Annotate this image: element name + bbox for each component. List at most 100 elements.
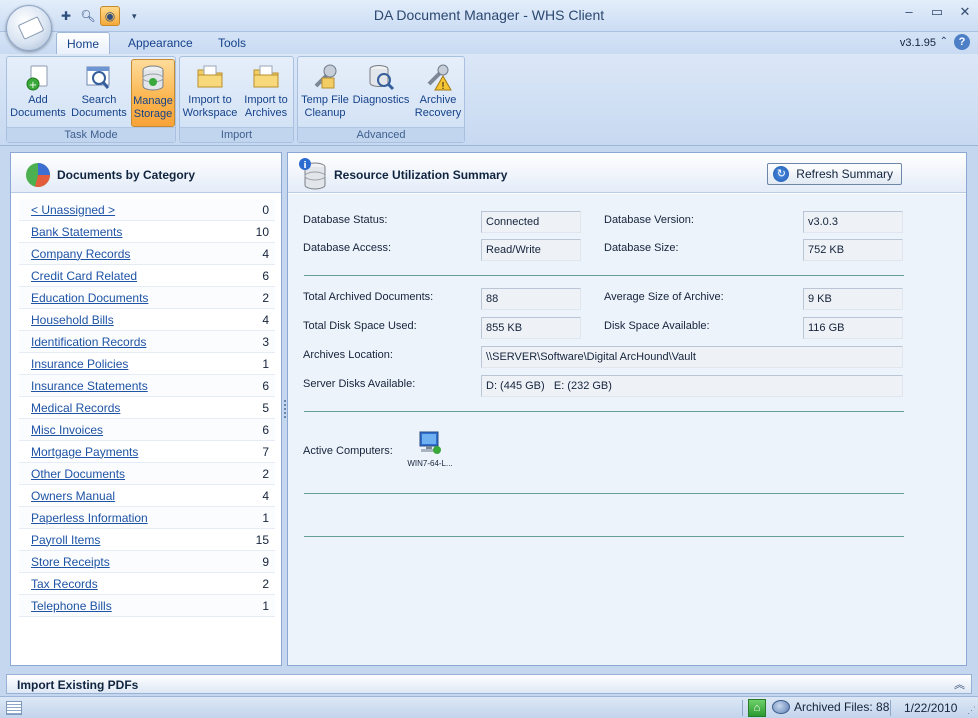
help-icon[interactable]: ? — [954, 34, 970, 50]
category-count: 7 — [262, 444, 269, 459]
archives-location-label: Archives Location: — [303, 349, 393, 361]
application-menu-button[interactable] — [6, 5, 52, 51]
summary-panel-header: i Resource Utilization Summary ↻ Refresh… — [288, 153, 966, 193]
category-link[interactable]: Medical Records — [31, 401, 120, 415]
status-bar: ⌂ Archived Files: 88 1/22/2010 ⋰ — [0, 696, 978, 718]
category-link[interactable]: Credit Card Related — [31, 269, 137, 283]
expand-chevron-icon[interactable]: ︽ — [954, 676, 965, 692]
import-to-workspace-button[interactable]: Import to Workspace — [182, 59, 238, 127]
category-row[interactable]: Mortgage Payments 7 — [19, 441, 275, 463]
category-row[interactable]: Paperless Information 1 — [19, 507, 275, 529]
category-link[interactable]: Company Records — [31, 247, 130, 261]
category-count: 10 — [255, 224, 269, 239]
maximize-icon[interactable]: ▭ — [930, 4, 944, 20]
category-row[interactable]: Household Bills 4 — [19, 309, 275, 331]
category-link[interactable]: Household Bills — [31, 313, 114, 327]
category-link[interactable]: Payroll Items — [31, 533, 100, 547]
home-icon[interactable]: ⌂ — [748, 699, 766, 717]
ribbon: + Add Documents Search Documents Manage … — [0, 54, 978, 146]
category-row[interactable]: Misc Invoices 6 — [19, 419, 275, 441]
search-documents-button[interactable]: Search Documents — [69, 59, 129, 127]
computer-name: WIN7-64-L... — [407, 459, 453, 468]
category-count: 2 — [262, 466, 269, 481]
import-existing-pdfs-bar[interactable]: Import Existing PDFs ︽ — [6, 674, 972, 694]
category-row[interactable]: Other Documents 2 — [19, 463, 275, 485]
category-row[interactable]: Payroll Items 15 — [19, 529, 275, 551]
active-computers-label: Active Computers: — [303, 445, 393, 457]
categories-panel-header: Documents by Category — [11, 153, 281, 193]
category-link[interactable]: Tax Records — [31, 577, 98, 591]
category-link[interactable]: Insurance Statements — [31, 379, 148, 393]
category-link[interactable]: Bank Statements — [31, 225, 122, 239]
category-link[interactable]: Misc Invoices — [31, 423, 103, 437]
import-to-archives-button[interactable]: Import to Archives — [240, 59, 292, 127]
category-count: 15 — [255, 532, 269, 547]
category-row[interactable]: Medical Records 5 — [19, 397, 275, 419]
window-title: DA Document Manager - WHS Client — [373, 7, 605, 23]
tab-tools[interactable]: Tools — [208, 32, 256, 54]
category-row[interactable]: Education Documents 2 — [19, 287, 275, 309]
close-icon[interactable]: ✕ — [958, 4, 972, 20]
db-version-value: v3.0.3 — [803, 211, 903, 233]
category-row[interactable]: Credit Card Related 6 — [19, 265, 275, 287]
category-count: 6 — [262, 268, 269, 283]
window-controls: – ▭ ✕ — [902, 4, 972, 20]
category-link[interactable]: Education Documents — [31, 291, 148, 305]
category-link[interactable]: Paperless Information — [31, 511, 148, 525]
minimize-icon[interactable]: – — [902, 4, 916, 20]
category-link[interactable]: Telephone Bills — [31, 599, 112, 613]
category-link[interactable]: Insurance Policies — [31, 357, 128, 371]
categories-panel: Documents by Category < Unassigned > 0 Ban… — [10, 152, 282, 666]
category-link[interactable]: Store Receipts — [31, 555, 110, 569]
category-link[interactable]: < Unassigned > — [31, 203, 115, 217]
tab-appearance[interactable]: Appearance — [118, 32, 203, 54]
category-count: 0 — [262, 202, 269, 217]
archive-recovery-button[interactable]: ! Archive Recovery — [412, 59, 464, 127]
category-row[interactable]: Identification Records 3 — [19, 331, 275, 353]
resize-grip-icon[interactable]: ⋰ — [967, 705, 976, 716]
disk-available-label: Disk Space Available: — [604, 320, 710, 332]
refresh-icon: ↻ — [773, 166, 790, 182]
category-row[interactable]: Store Receipts 9 — [19, 551, 275, 573]
db-size-label: Database Size: — [604, 242, 679, 254]
archives-location-value: \\SERVER\Software\Digital ArcHound\Vault — [481, 346, 903, 368]
category-count: 2 — [262, 290, 269, 305]
category-link[interactable]: Identification Records — [31, 335, 146, 349]
category-link[interactable]: Mortgage Payments — [31, 445, 138, 459]
add-documents-button[interactable]: + Add Documents — [9, 59, 67, 127]
db-size-value: 752 KB — [803, 239, 903, 261]
refresh-summary-button[interactable]: ↻ Refresh Summary — [767, 163, 902, 185]
status-menu-icon[interactable] — [6, 701, 22, 715]
category-row[interactable]: Telephone Bills 1 — [19, 595, 275, 617]
category-row[interactable]: Owners Manual 4 — [19, 485, 275, 507]
category-row[interactable]: Insurance Statements 6 — [19, 375, 275, 397]
tab-home[interactable]: Home — [56, 32, 111, 54]
category-link[interactable]: Other Documents — [31, 467, 125, 481]
category-row[interactable]: < Unassigned > 0 — [19, 199, 275, 221]
search-documents-icon — [84, 62, 114, 92]
database-icon — [138, 63, 168, 93]
separator — [304, 493, 904, 494]
category-count: 2 — [262, 576, 269, 591]
temp-file-cleanup-button[interactable]: Temp File Cleanup — [300, 59, 350, 127]
server-disks-label: Server Disks Available: — [303, 378, 416, 390]
ribbon-tabs: Home Appearance Tools v3.1.95 ⌃ ? — [0, 32, 978, 54]
category-row[interactable]: Insurance Policies 1 — [19, 353, 275, 375]
category-row[interactable]: Company Records 4 — [19, 243, 275, 265]
summary-panel: i Resource Utilization Summary ↻ Refresh… — [287, 152, 967, 666]
summary-panel-title: Resource Utilization Summary — [334, 168, 508, 182]
active-computer-item[interactable]: WIN7-64-L... — [404, 430, 456, 468]
tools-icon — [310, 62, 340, 92]
category-row[interactable]: Tax Records 2 — [19, 573, 275, 595]
collapse-ribbon-icon[interactable]: ⌃ — [940, 36, 948, 47]
diagnostics-button[interactable]: Diagnostics — [352, 59, 410, 127]
db-version-label: Database Version: — [604, 214, 694, 226]
db-access-label: Database Access: — [303, 242, 392, 254]
category-row[interactable]: Bank Statements 10 — [19, 221, 275, 243]
group-advanced: Temp File Cleanup Diagnostics ! Archive … — [297, 56, 465, 143]
manage-storage-button[interactable]: Manage Storage — [131, 59, 175, 127]
separator — [304, 536, 904, 537]
category-link[interactable]: Owners Manual — [31, 489, 115, 503]
avg-size-value: 9 KB — [803, 288, 903, 310]
group-label: Import — [180, 127, 293, 142]
